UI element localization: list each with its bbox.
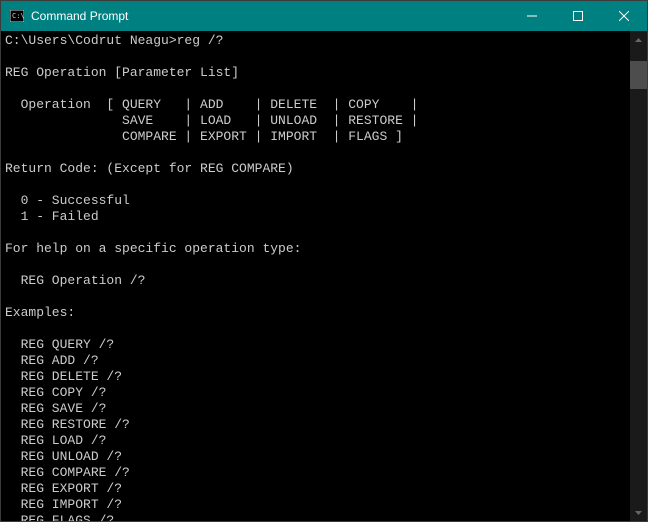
output-line: 1 - Failed bbox=[5, 209, 99, 224]
client-area: C:\Users\Codrut Neagu>reg /? REG Operati… bbox=[1, 31, 647, 521]
window-title: Command Prompt bbox=[31, 9, 509, 23]
output-line: For help on a specific operation type: bbox=[5, 241, 301, 256]
scroll-thumb[interactable] bbox=[630, 61, 647, 89]
scroll-up-arrow[interactable] bbox=[630, 31, 647, 48]
output-line: Examples: bbox=[5, 305, 75, 320]
output-line: REG LOAD /? bbox=[5, 433, 106, 448]
terminal-output[interactable]: C:\Users\Codrut Neagu>reg /? REG Operati… bbox=[1, 31, 630, 521]
output-line: REG RESTORE /? bbox=[5, 417, 130, 432]
output-line: COMPARE | EXPORT | IMPORT | FLAGS ] bbox=[5, 129, 403, 144]
svg-text:C:\: C:\ bbox=[12, 12, 24, 20]
output-line: SAVE | LOAD | UNLOAD | RESTORE | bbox=[5, 113, 418, 128]
output-line: REG Operation /? bbox=[5, 273, 145, 288]
app-icon: C:\ bbox=[9, 8, 25, 24]
output-line: REG QUERY /? bbox=[5, 337, 114, 352]
output-line: Return Code: (Except for REG COMPARE) bbox=[5, 161, 294, 176]
command-prompt-window: C:\ Command Prompt C:\Users\Codrut Neagu… bbox=[0, 0, 648, 522]
output-line: REG ADD /? bbox=[5, 353, 99, 368]
output-line: Operation [ QUERY | ADD | DELETE | COPY … bbox=[5, 97, 418, 112]
scroll-down-arrow[interactable] bbox=[630, 504, 647, 521]
output-line: 0 - Successful bbox=[5, 193, 130, 208]
maximize-button[interactable] bbox=[555, 1, 601, 31]
vertical-scrollbar[interactable] bbox=[630, 31, 647, 521]
output-line: REG IMPORT /? bbox=[5, 497, 122, 512]
output-line: REG UNLOAD /? bbox=[5, 449, 122, 464]
output-line: REG COMPARE /? bbox=[5, 465, 130, 480]
output-line: REG FLAGS /? bbox=[5, 513, 114, 521]
output-line: REG DELETE /? bbox=[5, 369, 122, 384]
output-line: REG SAVE /? bbox=[5, 401, 106, 416]
minimize-button[interactable] bbox=[509, 1, 555, 31]
window-controls bbox=[509, 1, 647, 31]
prompt-line: C:\Users\Codrut Neagu>reg /? bbox=[5, 33, 223, 48]
output-line: REG Operation [Parameter List] bbox=[5, 65, 239, 80]
close-button[interactable] bbox=[601, 1, 647, 31]
output-line: REG EXPORT /? bbox=[5, 481, 122, 496]
output-line: REG COPY /? bbox=[5, 385, 106, 400]
titlebar[interactable]: C:\ Command Prompt bbox=[1, 1, 647, 31]
